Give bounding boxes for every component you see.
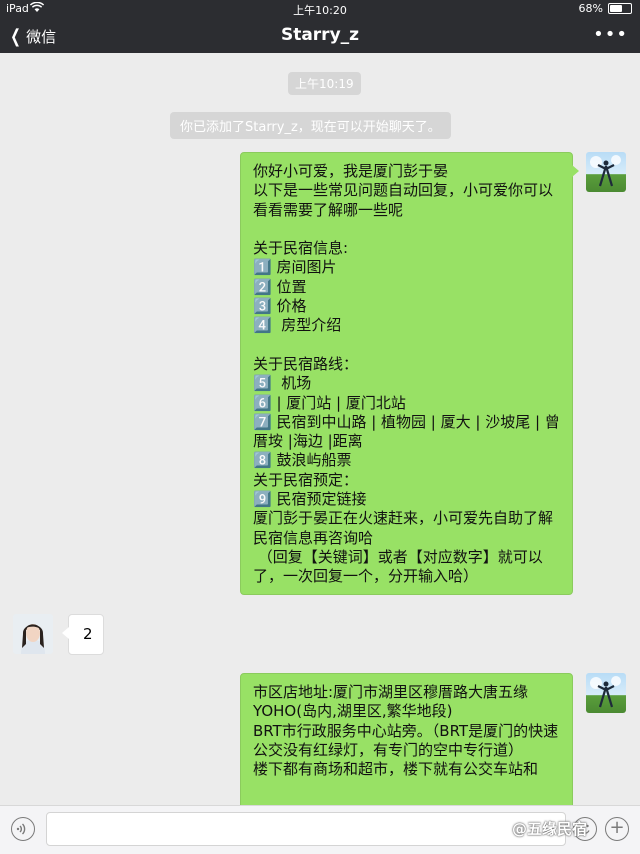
chat-title: Starry_z (280, 25, 360, 45)
chat-area[interactable]: 上午10:19 你已添加了Starry_z，现在可以开始聊天了。 你好小可爱，我… (0, 53, 640, 805)
watermark: @五缘民宿 (512, 820, 588, 838)
status-time: 上午10:20 (293, 4, 347, 17)
battery-icon (608, 3, 632, 14)
my-avatar[interactable] (586, 673, 626, 713)
system-notice: 你已添加了Starry_z，现在可以开始聊天了。 (170, 112, 451, 139)
add-attachment-button[interactable]: + (605, 817, 629, 841)
more-button[interactable]: ••• (593, 24, 628, 45)
message-bubble-sent[interactable]: 市区店地址:厦门市湖里区穆厝路大唐五缘YOHO(岛内,湖里区,繁华地段) BRT… (240, 673, 573, 805)
contact-avatar[interactable] (13, 614, 53, 654)
my-avatar[interactable] (586, 152, 626, 192)
message-input[interactable] (46, 812, 566, 846)
status-bar: iPad 上午10:20 68% (0, 0, 640, 18)
voice-input-button[interactable] (11, 817, 35, 841)
message-bubble-received[interactable]: 2 (62, 614, 104, 655)
message-timestamp: 上午10:19 (288, 72, 361, 95)
message-bubble-sent[interactable]: 你好小可爱，我是厦门彭于晏 以下是一些常见问题自动回复，小可爱你可以看看需要了解… (240, 152, 579, 595)
nav-bar: ❮ 微信 Starry_z ••• (0, 18, 640, 53)
battery-fill (610, 5, 622, 12)
battery-percent: 68% (578, 2, 603, 15)
